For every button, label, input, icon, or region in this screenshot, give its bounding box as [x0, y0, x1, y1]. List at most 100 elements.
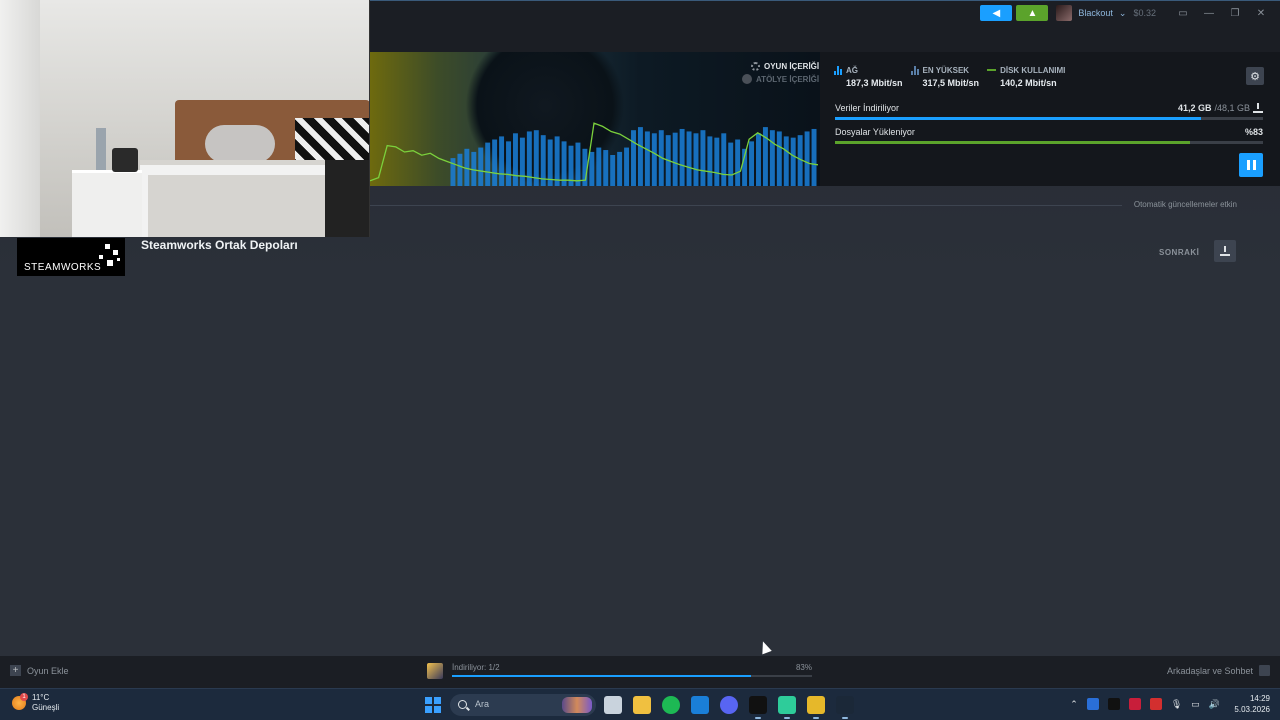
workshop-content-item[interactable]: ATÖLYE İÇERİĞİ	[742, 74, 819, 84]
network-bar	[651, 133, 657, 186]
download-progress-fill	[835, 117, 1202, 120]
network-bar	[700, 130, 706, 186]
clock-date: 5.03.2026	[1234, 705, 1270, 714]
network-bar	[686, 131, 692, 186]
spotify-icon[interactable]	[662, 696, 680, 714]
auto-update-status[interactable]: Otomatik güncellemeler etkin	[1134, 200, 1237, 209]
download-icon	[1253, 103, 1263, 113]
peak-value: 317,5 Mbit/sn	[922, 78, 980, 88]
game-content-label: OYUN İÇERİĞİ	[764, 62, 820, 71]
bars-icon	[834, 66, 842, 75]
friends-chat-button[interactable]: Arkadaşlar ve Sohbet	[1167, 665, 1270, 676]
footer-progress-fill	[452, 675, 751, 677]
footer-progress-track	[452, 675, 812, 677]
windows-start-icon[interactable]	[425, 697, 441, 713]
display-icon[interactable]: ▭	[1191, 699, 1200, 710]
avatar[interactable]	[1056, 5, 1073, 21]
footer-download-status[interactable]: İndiriliyor: 1/2 83%	[427, 662, 812, 682]
mail-icon[interactable]	[691, 696, 709, 714]
network-bar	[554, 136, 560, 186]
steam-footer: + Oyun Ekle İndiriliyor: 1/2 83% Arkadaş…	[0, 656, 1280, 688]
tray-app-icon[interactable]	[1128, 698, 1141, 710]
system-clock[interactable]: 14:29 5.03.2026	[1234, 693, 1270, 715]
disk-value: 140,2 Mbit/sn	[1000, 78, 1057, 88]
bandwidth-graph	[370, 122, 818, 186]
file-explorer-icon[interactable]	[633, 696, 651, 714]
install-progress-value: %83	[1244, 127, 1263, 137]
discord-icon[interactable]	[720, 696, 738, 714]
logo-text: STEAMWORKS	[24, 262, 102, 273]
microphone-icon[interactable]: 🎙	[1171, 699, 1182, 710]
search-highlight-image	[562, 697, 592, 713]
download-progress-label: Veriler İndiriliyor	[835, 103, 900, 113]
network-bar	[693, 133, 699, 186]
network-bar	[631, 130, 636, 186]
weather-badge: 1	[20, 693, 28, 701]
download-progress: Veriler İndiriliyor 41,2 GB/48,1 GB	[835, 103, 1263, 120]
audio-meter-icon[interactable]	[749, 696, 767, 719]
sun-icon: 1	[12, 693, 28, 710]
file-viewer-icon[interactable]	[604, 696, 622, 714]
steam-icon[interactable]	[836, 696, 854, 719]
peak-label: EN YÜKSEK	[922, 66, 970, 75]
bell-icon[interactable]: ▲	[1016, 5, 1049, 21]
weather-condition: Güneşli	[32, 703, 60, 712]
maximize-button[interactable]: ❐	[1224, 5, 1246, 21]
taskbar-search[interactable]: Ara	[450, 694, 596, 716]
network-bar	[776, 131, 782, 186]
line-icon	[987, 69, 997, 71]
weather-widget[interactable]: 1 11°C Güneşli	[12, 693, 59, 713]
download-button[interactable]	[1214, 240, 1236, 262]
download-total-size: /48,1 GB	[1214, 103, 1250, 113]
chrome-icon[interactable]	[807, 696, 825, 719]
bluetooth-icon[interactable]	[1086, 698, 1099, 710]
plus-icon: +	[10, 665, 21, 676]
queued-app-title[interactable]: Steamworks Ortak Depoları	[141, 238, 298, 252]
network-bar	[811, 128, 817, 186]
account-name[interactable]: Blackout	[1078, 8, 1113, 18]
network-bar	[644, 131, 650, 186]
minimize-button[interactable]: —	[1198, 5, 1220, 21]
gear-icon[interactable]: ⚙	[1246, 67, 1264, 85]
wallet-balance: $0.32	[1133, 8, 1156, 18]
workshop-content-label: ATÖLYE İÇERİĞİ	[756, 74, 820, 84]
disk-label: DİSK KULLANIMI	[1000, 66, 1066, 75]
close-button[interactable]: ✕	[1250, 5, 1272, 21]
install-progress-track	[835, 141, 1263, 144]
game-launcher-icon[interactable]	[778, 696, 796, 719]
tray-app-icon[interactable]	[1149, 698, 1162, 710]
network-bar	[624, 147, 630, 186]
taskbar-apps	[604, 696, 854, 719]
big-picture-icon[interactable]: ▭	[1172, 5, 1194, 21]
network-bar	[637, 127, 643, 186]
megaphone-icon[interactable]: ◀	[980, 5, 1013, 21]
pause-button[interactable]	[1239, 153, 1263, 177]
network-bar	[756, 133, 761, 186]
chevron-up-icon[interactable]: ⌃	[1070, 699, 1078, 710]
volume-icon[interactable]: 🔊	[1209, 699, 1220, 710]
download-done-size: 41,2 GB	[1177, 103, 1212, 113]
network-bar	[721, 133, 727, 186]
content-type-legend: OYUN İÇERİĞİ ATÖLYE İÇERİĞİ	[742, 62, 819, 87]
network-bar	[603, 150, 609, 186]
friends-chat-label: Arkadaşlar ve Sohbet	[1166, 665, 1253, 676]
download-header: OYUN İÇERİĞİ ATÖLYE İÇERİĞİ AĞ 187,3 Mbi…	[370, 52, 1280, 186]
network-bar	[714, 137, 720, 186]
clock-time: 14:29	[1249, 694, 1270, 703]
download-progress-track	[835, 117, 1263, 120]
network-bar	[610, 155, 616, 186]
network-value: 187,3 Mbit/sn	[846, 78, 903, 88]
gear-icon	[742, 74, 752, 84]
add-game-button[interactable]: + Oyun Ekle	[10, 665, 69, 676]
network-bar	[464, 148, 470, 186]
network-bar	[804, 131, 810, 186]
network-bar	[575, 142, 581, 186]
game-content-item[interactable]: OYUN İÇERİĞİ	[742, 62, 819, 71]
auto-update-row: Otomatik güncellemeler etkin	[370, 198, 1280, 212]
account-dropdown-icon[interactable]: ⌄	[1119, 8, 1127, 19]
steamworks-logo: STEAMWORKS	[17, 238, 125, 276]
download-status-text: İndiriliyor: 1/2	[452, 663, 500, 672]
add-game-label: Oyun Ekle	[27, 665, 69, 676]
windows-taskbar: 1 11°C Güneşli Ara ⌃ 🎙 ▭ 🔊 14:29 5.03.20…	[0, 688, 1280, 720]
tray-app-icon[interactable]	[1107, 698, 1120, 710]
